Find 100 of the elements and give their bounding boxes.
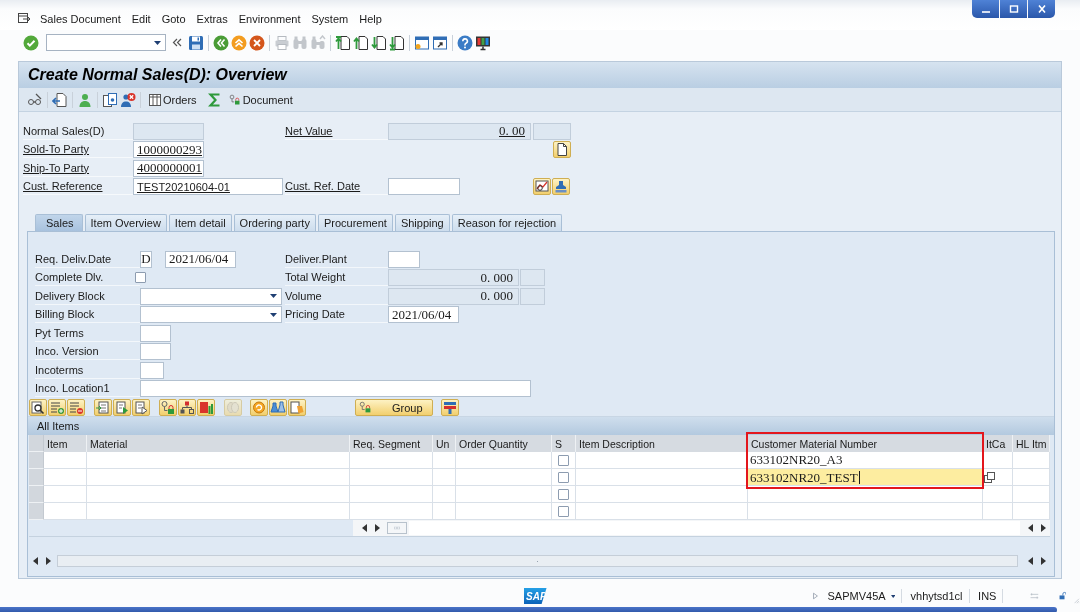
table-input-cell[interactable]	[576, 503, 748, 520]
cancel-icon[interactable]	[249, 34, 265, 51]
table-input-cell[interactable]	[87, 486, 350, 503]
checkbox[interactable]	[558, 454, 569, 466]
right-arrow-icon[interactable]	[46, 557, 51, 565]
table-input-cell[interactable]	[1013, 486, 1050, 503]
scrollbar-thumb[interactable]	[387, 522, 407, 534]
table-input-cell[interactable]	[350, 503, 433, 520]
table-input-cell[interactable]	[44, 452, 87, 469]
table-input-cell[interactable]: 633102NR20_A3	[748, 452, 983, 469]
row-selector[interactable]	[29, 469, 44, 486]
input-field[interactable]: 4000000001	[133, 159, 204, 177]
table-input-cell[interactable]	[983, 452, 1013, 469]
checkbox[interactable]	[558, 505, 569, 517]
double-chevron-icon[interactable]	[172, 38, 182, 47]
dropdown-field[interactable]	[140, 306, 282, 324]
right-arrow-icon[interactable]	[1041, 524, 1046, 532]
tab[interactable]: Shipping	[394, 214, 450, 231]
tab[interactable]: Ordering party	[233, 214, 316, 231]
table-input-cell[interactable]	[350, 452, 433, 469]
input-field[interactable]	[388, 178, 460, 196]
first-page-icon[interactable]	[335, 34, 351, 51]
input-field[interactable]	[388, 250, 420, 268]
document-icon[interactable]	[553, 141, 571, 159]
person-icon[interactable]	[77, 91, 93, 108]
print-icon[interactable]	[274, 34, 290, 51]
tab[interactable]: Item detail	[168, 214, 232, 231]
menu-item[interactable]: Goto	[161, 13, 186, 26]
binoculars-icon[interactable]	[292, 34, 308, 51]
table-input-cell[interactable]	[87, 503, 350, 520]
table-input-cell[interactable]	[456, 452, 552, 469]
table-input-cell[interactable]: 633102NR20_TEST	[748, 469, 983, 486]
table-input-cell[interactable]	[350, 486, 433, 503]
table-input-cell[interactable]	[87, 452, 350, 469]
resize-grip-icon[interactable]	[1074, 596, 1080, 606]
checkbox[interactable]	[558, 471, 569, 483]
tab[interactable]: Procurement	[317, 214, 393, 231]
magnifier-icon[interactable]	[29, 399, 47, 416]
checkbox[interactable]	[135, 272, 146, 284]
input-field[interactable]: D	[140, 250, 152, 268]
menu-item[interactable]: Sales Document	[40, 13, 121, 26]
table-input-cell[interactable]	[350, 469, 433, 486]
last-page-icon[interactable]	[389, 34, 405, 51]
save-icon[interactable]	[188, 34, 204, 51]
table-input-cell[interactable]	[983, 486, 1013, 503]
previous-page-icon[interactable]	[353, 34, 369, 51]
document-button[interactable]: Document	[226, 90, 295, 109]
table-input-cell[interactable]	[433, 503, 456, 520]
table-input-cell[interactable]	[433, 469, 456, 486]
input-field[interactable]	[140, 343, 171, 361]
next-page-icon[interactable]	[371, 34, 387, 51]
input-field[interactable]: 2021/06/04	[388, 306, 459, 324]
check-icon[interactable]	[23, 34, 39, 51]
table-input-cell[interactable]	[87, 469, 350, 486]
left-arrow-icon[interactable]	[1028, 524, 1033, 532]
document-hand-icon[interactable]	[288, 399, 306, 416]
left-arrow-icon[interactable]	[362, 524, 367, 532]
right-arrow-icon[interactable]	[375, 524, 380, 532]
person-remove-icon[interactable]	[120, 91, 136, 108]
table-input-cell[interactable]	[1013, 503, 1050, 520]
menu-item[interactable]: Extras	[196, 13, 228, 26]
input-field[interactable]	[140, 324, 171, 342]
flask-icon[interactable]	[269, 399, 287, 416]
sum-icon[interactable]	[206, 91, 223, 108]
back-icon[interactable]	[213, 34, 229, 51]
table-input-cell[interactable]	[44, 486, 87, 503]
key-lock-icon[interactable]	[159, 399, 177, 416]
caret-icon[interactable]	[270, 294, 277, 299]
binoculars-arrow-icon[interactable]	[310, 34, 326, 51]
menu-item[interactable]: Edit	[131, 13, 151, 26]
left-arrow-icon[interactable]	[1028, 557, 1033, 565]
command-field[interactable]	[46, 34, 166, 51]
table-input-cell[interactable]	[1013, 469, 1050, 486]
checkbox[interactable]	[558, 488, 569, 500]
tab[interactable]: Item Overview	[84, 214, 167, 231]
transfer-arrows-icon[interactable]	[1030, 590, 1039, 602]
select-all-button[interactable]	[29, 435, 44, 452]
table-input-cell[interactable]	[44, 503, 87, 520]
exit-icon[interactable]	[231, 34, 247, 51]
play-icon[interactable]	[812, 590, 818, 602]
hierarchy-icon[interactable]	[178, 399, 196, 416]
new-window-icon[interactable]	[414, 34, 430, 51]
table-input-cell[interactable]	[576, 469, 748, 486]
row-selector[interactable]	[29, 503, 44, 520]
table-input-cell[interactable]	[456, 469, 552, 486]
table-input-cell[interactable]	[983, 503, 1013, 520]
stacked-squares-icon[interactable]	[984, 471, 996, 483]
input-field[interactable]: 1000000293	[133, 141, 204, 159]
magnifier-chart-icon[interactable]	[533, 178, 551, 196]
maximize-button[interactable]	[1000, 0, 1027, 18]
document-play-icon[interactable]	[113, 399, 131, 416]
orders-button[interactable]: Orders	[147, 90, 199, 109]
table-input-cell[interactable]	[748, 503, 983, 520]
help-icon[interactable]	[457, 34, 473, 51]
caret-icon[interactable]	[270, 312, 277, 317]
table-input-cell[interactable]	[1013, 452, 1050, 469]
table-input-cell[interactable]	[576, 452, 748, 469]
input-field[interactable]	[140, 361, 164, 379]
table-input-cell[interactable]	[456, 503, 552, 520]
documents-icon[interactable]	[102, 91, 118, 108]
